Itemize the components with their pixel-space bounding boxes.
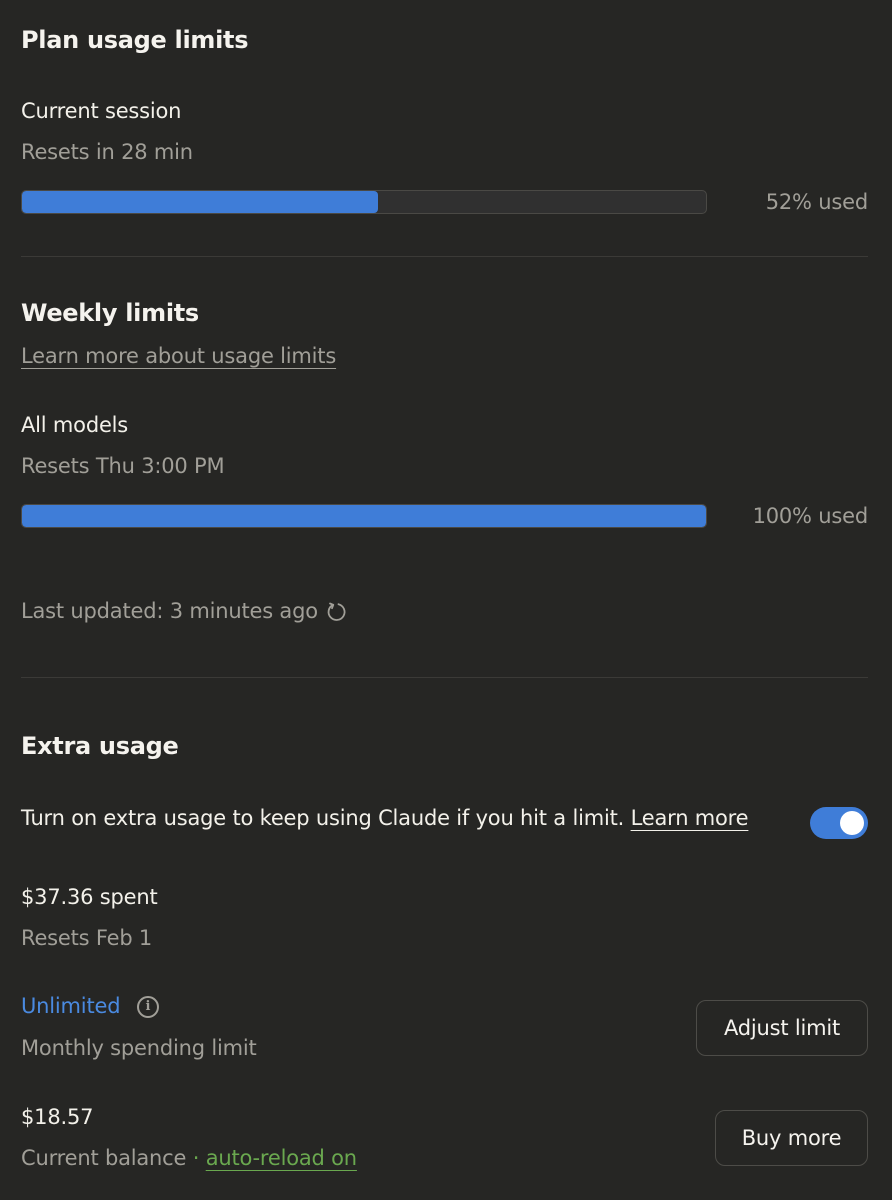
toggle-knob [840,811,864,835]
current-session-progress-bar [21,190,707,214]
learn-more-usage-limits-link[interactable]: Learn more about usage limits [21,344,336,368]
extra-usage-toggle[interactable] [810,807,868,839]
current-balance-label: Current balance [21,1146,187,1170]
current-session-used: 52% used [765,190,868,214]
current-session-label: Current session [21,99,182,123]
refresh-icon[interactable] [325,600,349,624]
extra-spent-amount: $37.36 spent [21,885,158,909]
all-models-reset: Resets Thu 3:00 PM [21,454,225,478]
info-icon[interactable]: i [137,996,159,1018]
weekly-limits-title: Weekly limits [21,299,199,327]
spending-limit-value: Unlimited [21,994,121,1018]
extra-spent-reset: Resets Feb 1 [21,926,153,950]
all-models-label: All models [21,413,129,437]
spending-limit-label: Monthly spending limit [21,1036,257,1060]
current-balance-row: Current balance · auto-reload on [21,1146,357,1170]
divider [21,677,868,678]
last-updated-text: Last updated: 3 minutes ago [21,599,318,623]
adjust-limit-button[interactable]: Adjust limit [696,1000,868,1056]
all-models-used: 100% used [752,504,869,528]
learn-more-link[interactable]: Learn more [631,806,749,830]
current-balance-amount: $18.57 [21,1105,94,1129]
extra-usage-title: Extra usage [21,732,179,760]
plan-usage-title: Plan usage limits [21,26,249,54]
divider [21,256,868,257]
current-session-progress-fill [22,191,378,213]
current-session-reset: Resets in 28 min [21,140,193,164]
separator: · [192,1146,200,1170]
extra-usage-description-row: Turn on extra usage to keep using Claude… [21,806,749,830]
extra-usage-description: Turn on extra usage to keep using Claude… [21,806,625,830]
all-models-progress-bar [21,504,707,528]
auto-reload-link[interactable]: auto-reload on [206,1146,357,1170]
all-models-progress-fill [22,505,706,527]
buy-more-button[interactable]: Buy more [715,1110,868,1166]
